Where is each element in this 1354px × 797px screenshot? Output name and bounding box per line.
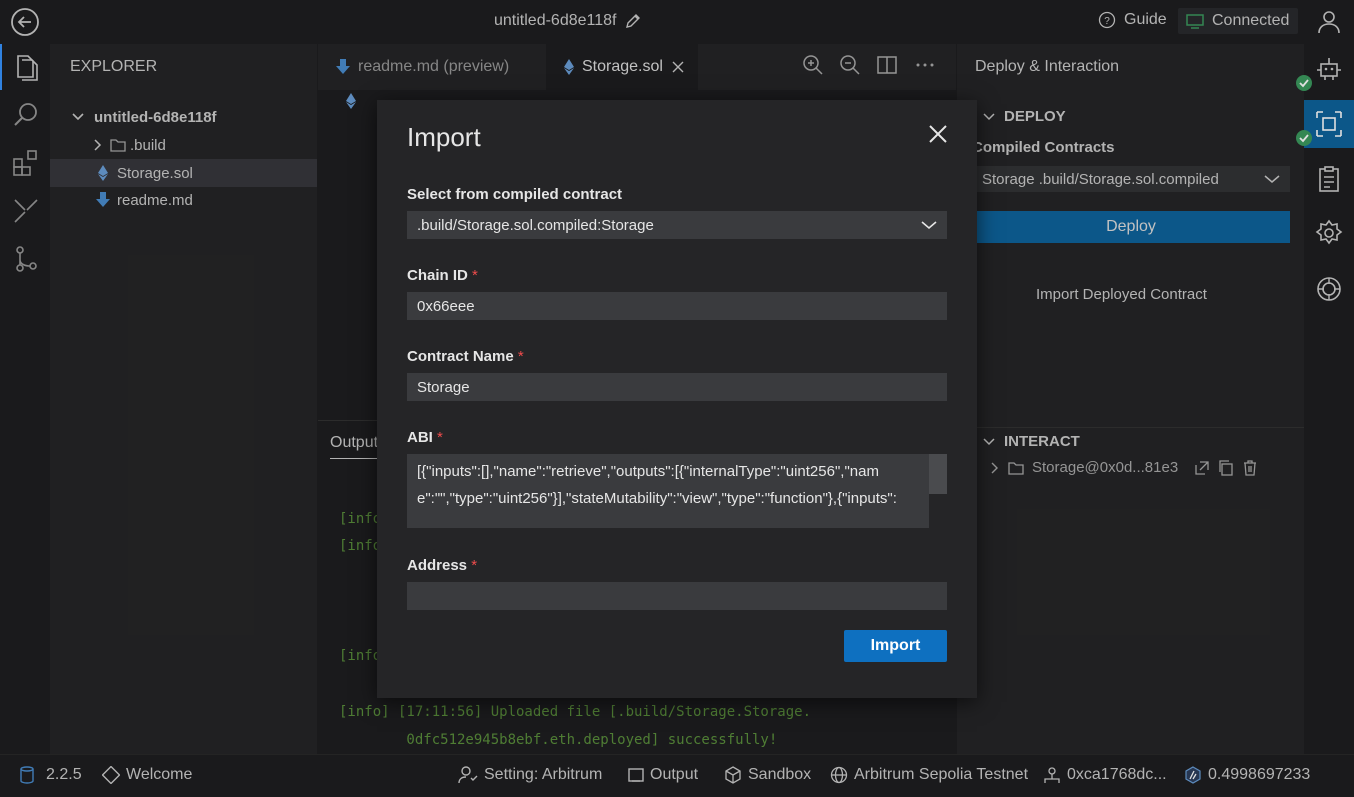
required-mark: *: [517, 348, 524, 365]
abi-scrollbar[interactable]: [929, 454, 947, 494]
contract-name-label: Contract Name *: [407, 348, 524, 365]
field-value: 0x66eee: [417, 297, 475, 315]
select-contract-label: Select from compiled contract: [407, 186, 623, 203]
abi-textarea[interactable]: [{"inputs":[],"name":"retrieve","outputs…: [407, 454, 929, 528]
label-text: Chain ID: [407, 267, 468, 284]
label-text: Contract Name: [407, 348, 514, 365]
import-button[interactable]: Import: [844, 630, 947, 662]
required-mark: *: [472, 267, 478, 284]
required-mark: *: [471, 557, 478, 574]
abi-label: ABI *: [407, 429, 443, 446]
address-label: Address *: [407, 557, 477, 574]
field-value: Storage: [417, 378, 470, 396]
chain-id-label: Chain ID *: [407, 267, 478, 284]
address-field[interactable]: [407, 582, 947, 610]
chain-id-field[interactable]: 0x66eee: [407, 292, 947, 320]
close-icon[interactable]: [926, 122, 950, 146]
contract-name-field[interactable]: Storage: [407, 373, 947, 401]
label-text: Address: [407, 557, 468, 574]
compiled-contract-dropdown[interactable]: .build/Storage.sol.compiled:Storage: [407, 211, 947, 239]
dialog-title: Import: [407, 122, 481, 152]
chevron-down-icon: [921, 220, 937, 230]
label-text: ABI: [407, 429, 433, 446]
dropdown-value: .build/Storage.sol.compiled:Storage: [417, 216, 654, 234]
required-mark: *: [437, 429, 443, 446]
